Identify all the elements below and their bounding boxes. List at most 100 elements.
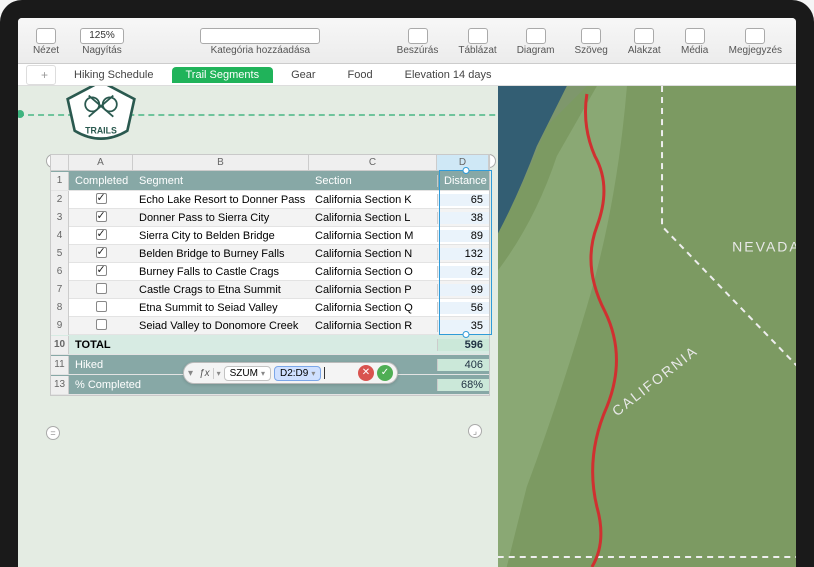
- cell-completed[interactable]: [69, 229, 133, 243]
- nevada-label: NEVADA: [732, 238, 796, 254]
- text-icon: [581, 28, 601, 44]
- hdr-distance[interactable]: Distance: [437, 175, 489, 187]
- add-category-button[interactable]: Kategória hozzáadása: [180, 20, 340, 63]
- add-row-handle[interactable]: =: [46, 426, 60, 440]
- category-label: Kategória hozzáadása: [211, 45, 311, 56]
- cell-segment[interactable]: Echo Lake Resort to Donner Pass: [133, 194, 309, 206]
- table-row: 6 Burney Falls to Castle Crags Californi…: [51, 263, 489, 281]
- cell-completed[interactable]: [69, 319, 133, 333]
- cell-distance[interactable]: 89: [437, 230, 489, 242]
- cell-segment[interactable]: Belden Bridge to Burney Falls: [133, 248, 309, 260]
- guide-handle[interactable]: [18, 110, 24, 118]
- cell-completed[interactable]: [69, 211, 133, 225]
- cell-section[interactable]: California Section N: [309, 248, 437, 260]
- table-button[interactable]: Táblázat: [448, 20, 506, 63]
- cell-distance[interactable]: 65: [437, 194, 489, 206]
- checkbox-icon[interactable]: [96, 229, 107, 240]
- cell-completed[interactable]: [69, 283, 133, 297]
- cell-section[interactable]: California Section O: [309, 266, 437, 278]
- cell-distance[interactable]: 38: [437, 212, 489, 224]
- formula-editor[interactable]: ▾ ƒx ▾ SZUM▾ D2:D9▾ ✕ ✓: [183, 362, 398, 384]
- function-pill[interactable]: SZUM▾: [224, 366, 271, 381]
- chart-icon: [526, 28, 546, 44]
- checkbox-icon[interactable]: [96, 247, 107, 258]
- table-row: 2 Echo Lake Resort to Donner Pass Califo…: [51, 191, 489, 209]
- text-button[interactable]: Szöveg: [565, 20, 618, 63]
- insert-label: Beszúrás: [397, 45, 439, 56]
- table-row: 3 Donner Pass to Sierra City California …: [51, 209, 489, 227]
- range-pill[interactable]: D2:D9▾: [274, 366, 321, 381]
- fx-icon: ▾: [188, 368, 193, 379]
- cell-section[interactable]: California Section M: [309, 230, 437, 242]
- row-col-corner[interactable]: [51, 155, 69, 170]
- tab-segments[interactable]: Trail Segments: [172, 67, 274, 83]
- shape-label: Alakzat: [628, 45, 661, 56]
- shape-icon: [634, 28, 654, 44]
- checkbox-icon[interactable]: [96, 193, 107, 204]
- trails-badge[interactable]: TRAILS: [56, 86, 146, 143]
- map[interactable]: NEVADA CALIFORNIA: [498, 86, 796, 567]
- cell-completed[interactable]: [69, 247, 133, 261]
- chart-label: Diagram: [517, 45, 555, 56]
- hdr-section[interactable]: Section: [309, 175, 437, 187]
- list-icon: [200, 28, 320, 44]
- total-label[interactable]: TOTAL: [69, 339, 133, 351]
- cell-distance[interactable]: 56: [437, 302, 489, 314]
- shape-button[interactable]: Alakzat: [618, 20, 671, 63]
- spreadsheet[interactable]: A B C D 1 Completed Segment Section Dist…: [50, 154, 490, 396]
- cell-segment[interactable]: Burney Falls to Castle Crags: [133, 266, 309, 278]
- checkbox-icon[interactable]: [96, 301, 107, 312]
- col-b[interactable]: B: [133, 155, 309, 170]
- cell-distance[interactable]: 99: [437, 284, 489, 296]
- cell-segment[interactable]: Donner Pass to Sierra City: [133, 212, 309, 224]
- comment-icon: [745, 28, 765, 44]
- cell-completed[interactable]: [69, 265, 133, 279]
- checkbox-icon[interactable]: [96, 283, 107, 294]
- table-row: 7 Castle Crags to Etna Summit California…: [51, 281, 489, 299]
- col-c[interactable]: C: [309, 155, 437, 170]
- canvas[interactable]: TRAILS ○ ‖ = ⌟ A B C D 1 Completed Segme…: [18, 86, 796, 567]
- cell-section[interactable]: California Section K: [309, 194, 437, 206]
- column-headers: A B C D: [51, 155, 489, 171]
- cell-distance[interactable]: 35: [437, 320, 489, 332]
- cell-section[interactable]: California Section P: [309, 284, 437, 296]
- comment-button[interactable]: Megjegyzés: [719, 20, 792, 63]
- cell-segment[interactable]: Sierra City to Belden Bridge: [133, 230, 309, 242]
- checkbox-icon[interactable]: [96, 319, 107, 330]
- cell-distance[interactable]: 132: [437, 248, 489, 260]
- cell-segment[interactable]: Seiad Valley to Donomore Creek: [133, 320, 309, 332]
- hiked-label[interactable]: Hiked: [69, 359, 133, 371]
- cell-segment[interactable]: Castle Crags to Etna Summit: [133, 284, 309, 296]
- cell-segment[interactable]: Etna Summit to Seiad Valley: [133, 302, 309, 314]
- cell-distance[interactable]: 82: [437, 266, 489, 278]
- checkbox-icon[interactable]: [96, 211, 107, 222]
- media-button[interactable]: Média: [671, 20, 719, 63]
- accept-formula-button[interactable]: ✓: [377, 365, 393, 381]
- add-sheet-button[interactable]: +: [26, 65, 56, 85]
- zoom-control[interactable]: 125% Nagyítás: [70, 20, 134, 63]
- tab-gear[interactable]: Gear: [277, 67, 329, 83]
- tab-hiking[interactable]: Hiking Schedule: [60, 67, 168, 83]
- checkbox-icon[interactable]: [96, 265, 107, 276]
- insert-button[interactable]: Beszúrás: [387, 20, 449, 63]
- cancel-formula-button[interactable]: ✕: [358, 365, 374, 381]
- hdr-segment[interactable]: Segment: [133, 175, 309, 187]
- total-value[interactable]: 596: [437, 339, 489, 351]
- cell-section[interactable]: California Section Q: [309, 302, 437, 314]
- view-button[interactable]: Nézet: [22, 20, 70, 63]
- hiked-value[interactable]: 406: [437, 359, 489, 371]
- col-a[interactable]: A: [69, 155, 133, 170]
- cell-completed[interactable]: [69, 301, 133, 315]
- pct-value[interactable]: 68%: [437, 379, 489, 391]
- cell-section[interactable]: California Section L: [309, 212, 437, 224]
- tab-elevation[interactable]: Elevation 14 days: [391, 67, 506, 83]
- table-label: Táblázat: [458, 45, 496, 56]
- cell-section[interactable]: California Section R: [309, 320, 437, 332]
- chart-button[interactable]: Diagram: [507, 20, 565, 63]
- table-resize-handle[interactable]: ⌟: [468, 424, 482, 438]
- toolbar: Nézet 125% Nagyítás Kategória hozzáadása…: [18, 18, 796, 64]
- col-d[interactable]: D: [437, 155, 489, 170]
- tab-food[interactable]: Food: [334, 67, 387, 83]
- cell-completed[interactable]: [69, 193, 133, 207]
- hdr-completed[interactable]: Completed: [69, 175, 133, 187]
